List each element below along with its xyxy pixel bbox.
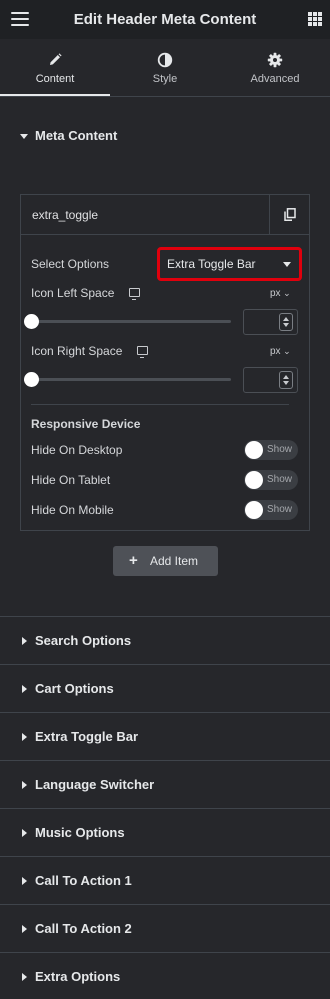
- icon-right-space-input[interactable]: [243, 367, 298, 393]
- toggle-knob: [245, 501, 263, 519]
- icon-left-space-unit[interactable]: px: [270, 288, 291, 299]
- half-circle-icon: [157, 52, 173, 68]
- icon-left-space-slider[interactable]: [31, 320, 231, 323]
- hide-on-tablet-label: Hide On Tablet: [31, 473, 111, 487]
- caret-right-icon: [22, 877, 27, 885]
- caret-right-icon: [22, 733, 27, 741]
- hide-on-tablet-toggle[interactable]: Show: [244, 470, 298, 490]
- top-bar: Edit Header Meta Content: [0, 0, 330, 39]
- hide-on-desktop-toggle[interactable]: Show: [244, 440, 298, 460]
- caret-down-icon: [20, 134, 28, 139]
- add-item-label: Add Item: [150, 554, 199, 568]
- section-music-options[interactable]: Music Options: [0, 809, 330, 857]
- icon-left-space-slider-handle[interactable]: [24, 314, 39, 329]
- editor-tabs: Content Style Advanced: [0, 39, 330, 97]
- caret-down-icon: [283, 262, 291, 267]
- section-search-options[interactable]: Search Options: [0, 617, 330, 665]
- tab-content[interactable]: Content: [0, 39, 110, 96]
- toggle-state-label: Show: [267, 444, 293, 455]
- grid-icon[interactable]: [308, 12, 322, 26]
- stepper-arrows-icon[interactable]: [279, 313, 293, 331]
- repeater-item-title: extra_toggle: [32, 208, 99, 222]
- panel-title: Edit Header Meta Content: [73, 11, 257, 28]
- hide-on-desktop-label: Hide On Desktop: [31, 443, 123, 457]
- toggle-state-label: Show: [267, 504, 293, 515]
- icon-right-space-slider[interactable]: [31, 378, 231, 381]
- hide-on-mobile-toggle[interactable]: Show: [244, 500, 298, 520]
- desktop-icon[interactable]: [137, 346, 148, 358]
- icon-left-space-input[interactable]: [243, 309, 298, 335]
- caret-right-icon: [22, 925, 27, 933]
- duplicate-button[interactable]: [269, 195, 309, 234]
- section-title: Extra Options: [35, 969, 121, 984]
- tab-advanced[interactable]: Advanced: [220, 39, 330, 96]
- section-title: Music Options: [35, 825, 125, 840]
- tab-style-label: Style: [152, 73, 178, 85]
- section-call-to-action-1[interactable]: Call To Action 1: [0, 857, 330, 905]
- hide-on-mobile-label: Hide On Mobile: [31, 503, 114, 517]
- icon-left-space-label: Icon Left Space: [31, 286, 115, 300]
- tab-style[interactable]: Style: [110, 39, 220, 96]
- icon-right-space-label: Icon Right Space: [31, 344, 123, 358]
- copy-icon: [284, 208, 296, 221]
- add-item-button[interactable]: + Add Item: [113, 546, 218, 576]
- icon-right-space-slider-handle[interactable]: [24, 372, 39, 387]
- section-title: Call To Action 2: [35, 921, 132, 936]
- toggle-state-label: Show: [267, 474, 293, 485]
- select-options-value: Extra Toggle Bar: [167, 257, 256, 271]
- divider: [31, 404, 289, 405]
- gear-icon: [267, 52, 283, 68]
- section-meta-content[interactable]: Meta Content: [0, 112, 330, 160]
- responsive-device-heading: Responsive Device: [31, 417, 141, 431]
- section-title: Cart Options: [35, 681, 114, 696]
- select-options-label: Select Options: [31, 257, 110, 271]
- pencil-icon: [50, 53, 62, 65]
- section-extra-toggle-bar[interactable]: Extra Toggle Bar: [0, 713, 330, 761]
- select-options-dropdown[interactable]: Extra Toggle Bar: [157, 247, 302, 281]
- section-cart-options[interactable]: Cart Options: [0, 665, 330, 713]
- section-title: Extra Toggle Bar: [35, 729, 139, 744]
- plus-icon: +: [129, 552, 138, 569]
- toggle-knob: [245, 441, 263, 459]
- caret-right-icon: [22, 973, 27, 981]
- tab-content-label: Content: [35, 73, 75, 85]
- desktop-icon[interactable]: [129, 288, 140, 300]
- section-title: Language Switcher: [35, 777, 155, 792]
- caret-right-icon: [22, 829, 27, 837]
- section-title: Call To Action 1: [35, 873, 132, 888]
- caret-right-icon: [22, 781, 27, 789]
- section-call-to-action-2[interactable]: Call To Action 2: [0, 905, 330, 953]
- stepper-arrows-icon[interactable]: [279, 371, 293, 389]
- toggle-knob: [245, 471, 263, 489]
- section-extra-options[interactable]: Extra Options: [0, 953, 330, 999]
- repeater-item-header[interactable]: extra_toggle: [21, 195, 309, 235]
- caret-right-icon: [22, 685, 27, 693]
- section-title: Search Options: [35, 633, 132, 648]
- tab-advanced-label: Advanced: [250, 73, 300, 85]
- caret-right-icon: [22, 637, 27, 645]
- icon-right-space-unit[interactable]: px: [270, 346, 291, 357]
- section-meta-content-title: Meta Content: [35, 128, 118, 143]
- section-language-switcher[interactable]: Language Switcher: [0, 761, 330, 809]
